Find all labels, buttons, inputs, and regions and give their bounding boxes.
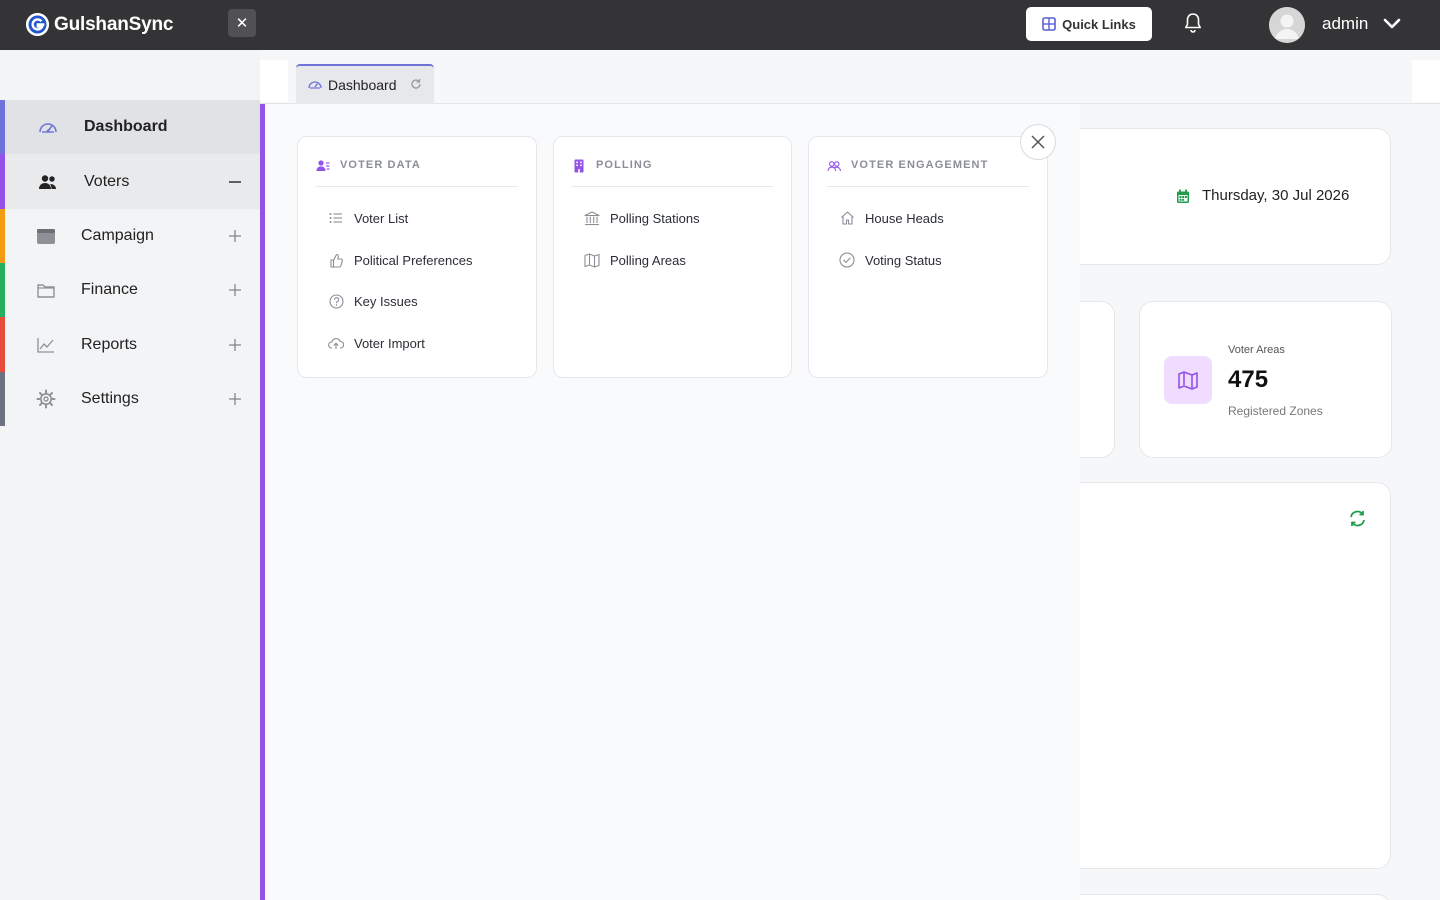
tab-label: Dashboard bbox=[328, 77, 397, 93]
sidebar-item-color-bar bbox=[0, 209, 5, 263]
tab-scroll-right[interactable] bbox=[1412, 60, 1440, 102]
map-icon bbox=[1164, 356, 1212, 404]
cloud-upload-icon bbox=[328, 335, 344, 351]
users-outline-icon bbox=[827, 161, 841, 172]
user-avatar[interactable] bbox=[1269, 7, 1305, 43]
sidebar-item-label: Campaign bbox=[81, 227, 154, 244]
sidebar-item-settings[interactable]: Settings bbox=[0, 372, 260, 426]
menu-column-title: VOTER ENGAGEMENT bbox=[851, 159, 989, 171]
menu-link-political-preferences[interactable]: Political Preferences bbox=[328, 250, 473, 270]
menu-link-house-heads[interactable]: House Heads bbox=[839, 208, 944, 228]
menu-link-polling-stations[interactable]: Polling Stations bbox=[584, 208, 700, 228]
home-icon bbox=[839, 210, 855, 226]
menu-column-voter-engagement: VOTER ENGAGEMENT House Heads Voting Stat… bbox=[808, 136, 1048, 378]
gear-icon bbox=[35, 388, 57, 410]
menu-link-label: Political Preferences bbox=[354, 252, 473, 268]
sidebar-item-label: Dashboard bbox=[84, 118, 168, 135]
menu-link-voting-status[interactable]: Voting Status bbox=[839, 250, 942, 270]
menu-link-label: Voter Import bbox=[354, 335, 425, 351]
sidebar-item-label: Reports bbox=[81, 335, 138, 353]
tab-strip bbox=[260, 50, 1440, 104]
sidebar-item-dashboard[interactable]: Dashboard bbox=[0, 100, 260, 154]
expand-plus-icon[interactable] bbox=[227, 282, 243, 298]
collapse-minus-icon[interactable] bbox=[227, 174, 243, 190]
menu-column-polling: POLLING Polling Stations Polling Areas bbox=[553, 136, 792, 378]
menu-link-voter-import[interactable]: Voter Import bbox=[328, 333, 425, 353]
dashboard-gauge-icon bbox=[37, 116, 59, 138]
bank-icon bbox=[584, 210, 600, 226]
sidebar: Dashboard Voters Campaign Finance Report… bbox=[0, 50, 260, 900]
quick-links-label: Quick Links bbox=[1062, 16, 1136, 32]
refresh-icon[interactable] bbox=[1348, 509, 1367, 528]
current-date: Thursday, 30 Jul 2026 bbox=[1202, 187, 1350, 204]
sidebar-item-color-bar bbox=[0, 263, 5, 317]
menu-link-label: Polling Stations bbox=[610, 210, 700, 226]
list-icon bbox=[328, 210, 344, 226]
app-name: GulshanSync bbox=[54, 13, 174, 35]
sidebar-item-finance[interactable]: Finance bbox=[0, 263, 260, 317]
calendar-icon bbox=[1177, 189, 1189, 203]
user-list-icon bbox=[316, 160, 330, 171]
sidebar-item-color-bar bbox=[0, 154, 5, 209]
users-icon bbox=[37, 171, 59, 193]
stat-value: 475 bbox=[1228, 366, 1269, 393]
close-icon: ✕ bbox=[235, 15, 249, 32]
calendar-folder-icon bbox=[35, 225, 57, 247]
app-logo[interactable]: GulshanSync bbox=[26, 13, 173, 36]
refresh-icon[interactable] bbox=[410, 78, 422, 90]
chart-card bbox=[1060, 482, 1391, 869]
close-menu-button[interactable] bbox=[1020, 124, 1056, 160]
menu-link-label: House Heads bbox=[865, 210, 944, 226]
user-name[interactable]: admin bbox=[1322, 14, 1368, 34]
menu-column-title: POLLING bbox=[596, 159, 653, 171]
logo-mark-icon bbox=[26, 13, 49, 36]
menu-link-label: Key Issues bbox=[354, 293, 418, 309]
quick-links-button[interactable]: Quick Links bbox=[1026, 7, 1152, 41]
menu-column-voter-data: VOTER DATA Voter List Political Preferen… bbox=[297, 136, 537, 378]
tab-scroll-left[interactable] bbox=[260, 60, 288, 102]
sidebar-item-color-bar bbox=[0, 317, 5, 372]
card-partial-bottom bbox=[1060, 894, 1391, 900]
menu-column-title: VOTER DATA bbox=[340, 159, 421, 171]
sidebar-item-color-bar bbox=[0, 372, 5, 426]
expand-plus-icon[interactable] bbox=[227, 228, 243, 244]
menu-link-voter-list[interactable]: Voter List bbox=[328, 208, 408, 228]
wallet-icon bbox=[35, 279, 57, 301]
menu-link-label: Voting Status bbox=[865, 252, 942, 268]
close-sidebar-button[interactable]: ✕ bbox=[228, 9, 256, 37]
sidebar-item-voters[interactable]: Voters bbox=[0, 154, 260, 209]
sidebar-item-label: Settings bbox=[81, 390, 139, 407]
sidebar-item-color-bar bbox=[0, 100, 5, 154]
notifications-bell-icon[interactable] bbox=[1182, 11, 1204, 35]
stat-label: Voter Areas bbox=[1228, 344, 1285, 356]
menu-column-header: VOTER ENGAGEMENT bbox=[827, 159, 1029, 187]
menu-column-header: POLLING bbox=[572, 159, 773, 187]
sidebar-item-label: Finance bbox=[81, 281, 138, 298]
chart-line-icon bbox=[35, 334, 57, 356]
menu-column-header: VOTER DATA bbox=[316, 159, 518, 187]
chevron-down-icon[interactable] bbox=[1383, 17, 1401, 31]
menu-link-key-issues[interactable]: Key Issues bbox=[328, 291, 418, 311]
menu-link-label: Voter List bbox=[354, 210, 409, 226]
thumbs-up-icon bbox=[328, 252, 344, 268]
tab-dashboard[interactable]: Dashboard bbox=[296, 64, 434, 104]
expand-plus-icon[interactable] bbox=[227, 337, 243, 353]
menu-link-label: Polling Areas bbox=[610, 252, 686, 268]
sidebar-item-reports[interactable]: Reports bbox=[0, 317, 260, 372]
menu-link-polling-areas[interactable]: Polling Areas bbox=[584, 250, 686, 270]
check-circle-icon bbox=[839, 252, 855, 268]
map-icon bbox=[584, 252, 600, 268]
top-bar: GulshanSync ✕ Quick Links admin bbox=[0, 0, 1440, 50]
sidebar-item-label: Voters bbox=[84, 172, 130, 190]
stat-subtitle: Registered Zones bbox=[1228, 404, 1323, 418]
question-circle-icon bbox=[328, 293, 344, 309]
dashboard-gauge-icon bbox=[308, 81, 322, 89]
expand-plus-icon[interactable] bbox=[227, 391, 243, 407]
sidebar-item-campaign[interactable]: Campaign bbox=[0, 209, 260, 263]
close-icon bbox=[1031, 135, 1045, 149]
grid-icon bbox=[1042, 17, 1056, 31]
building-icon bbox=[574, 159, 584, 173]
